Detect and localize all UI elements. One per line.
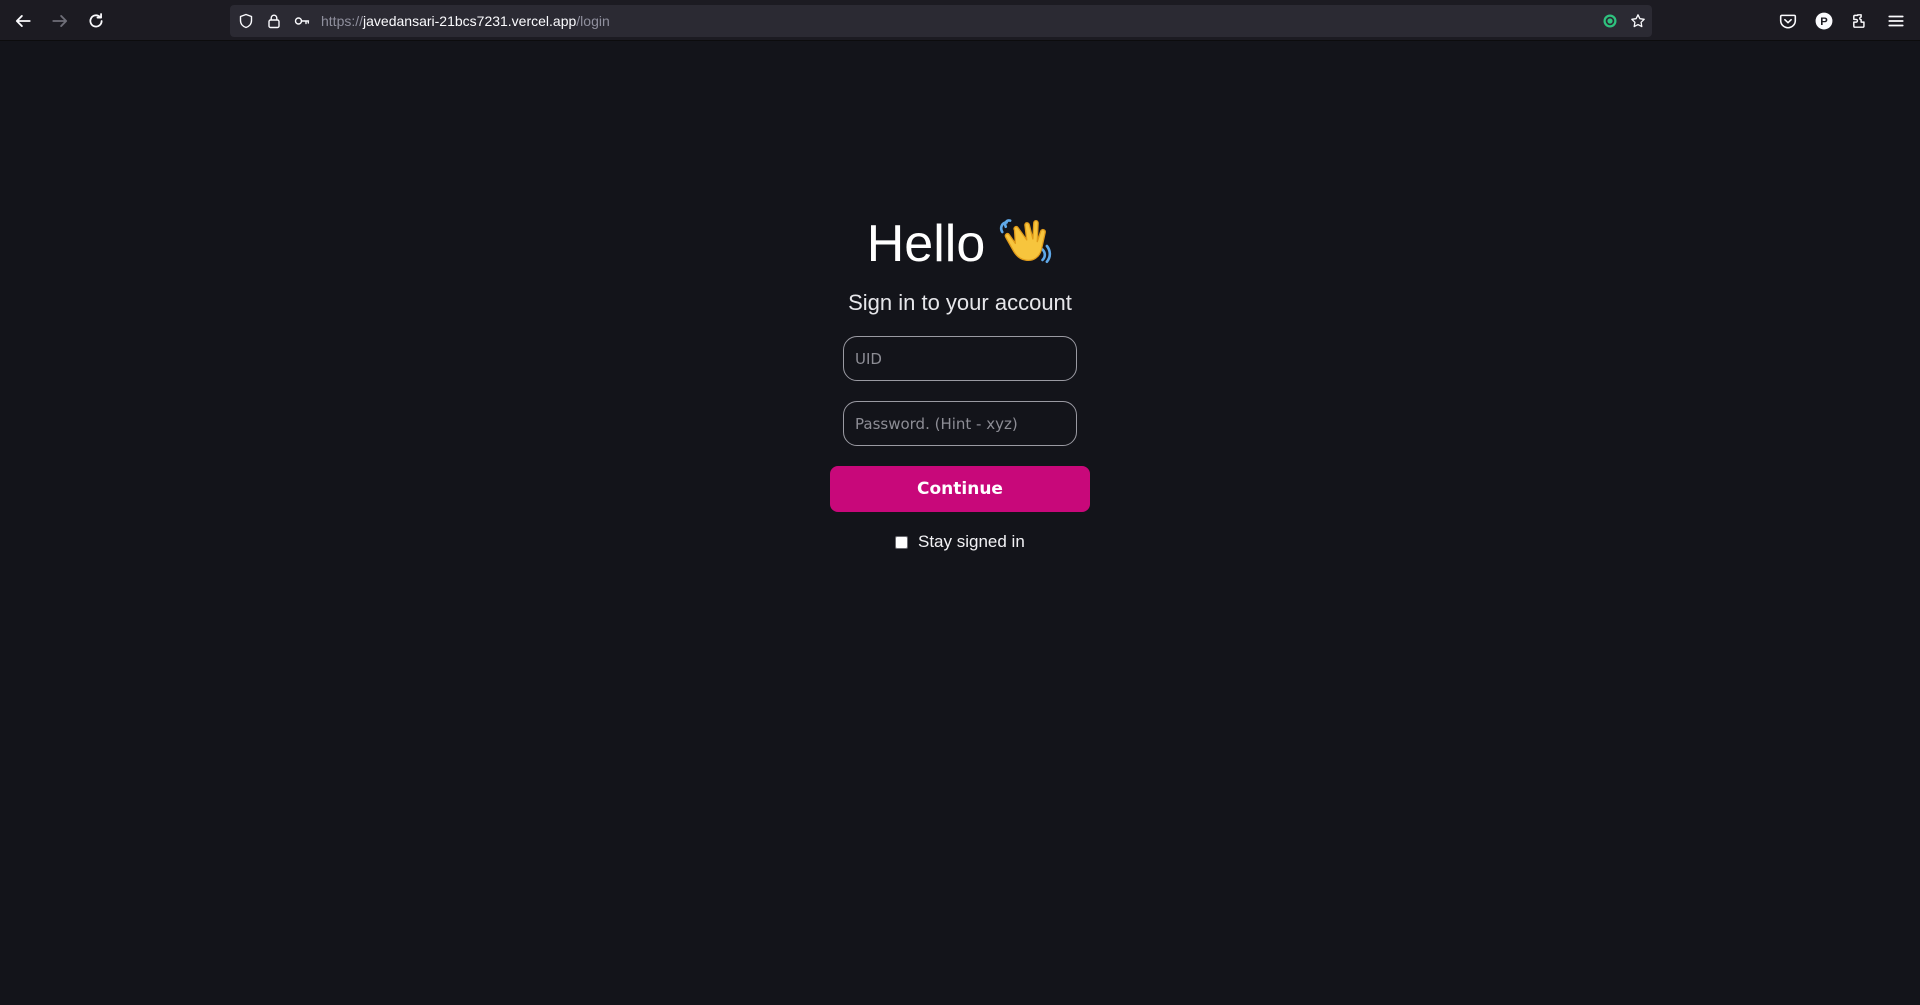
browser-toolbar: https://javedansari-21bcs7231.vercel.app… [0, 0, 1920, 41]
hello-text: Hello [866, 215, 986, 273]
login-page: Hello Sign in to your account Continue S… [0, 41, 1920, 1005]
forward-arrow-icon [52, 15, 68, 27]
waving-hand-icon [1000, 219, 1052, 264]
stay-signed-in[interactable]: Stay signed in [895, 531, 1025, 553]
account-icon: P [1815, 12, 1833, 30]
reload-icon [89, 13, 103, 28]
page-title: Hello [0, 211, 1920, 274]
key-icon[interactable] [293, 12, 311, 30]
shield-icon[interactable] [237, 12, 255, 30]
back-arrow-icon [15, 15, 31, 27]
forward-button[interactable] [47, 8, 73, 34]
extensions-icon [1853, 14, 1865, 28]
url-text[interactable]: https://javedansari-21bcs7231.vercel.app… [321, 12, 610, 30]
reload-button[interactable] [83, 8, 109, 34]
extension-record-icon[interactable] [1601, 12, 1619, 30]
stay-signed-in-label[interactable]: Stay signed in [918, 532, 1025, 552]
back-button[interactable] [10, 8, 36, 34]
password-input[interactable] [843, 401, 1077, 446]
menu-icon [1888, 15, 1904, 27]
extensions-button[interactable] [1849, 10, 1871, 32]
stay-signed-in-checkbox[interactable] [895, 535, 908, 549]
address-bar[interactable]: https://javedansari-21bcs7231.vercel.app… [230, 5, 1652, 37]
pocket-button[interactable] [1777, 10, 1799, 32]
url-path: /login [576, 13, 610, 29]
continue-button[interactable]: Continue [830, 466, 1090, 512]
menu-button[interactable] [1885, 10, 1907, 32]
bookmark-star-icon[interactable] [1629, 12, 1647, 30]
account-initial: P [1820, 16, 1828, 28]
url-scheme: https:// [321, 13, 364, 29]
uid-input[interactable] [843, 336, 1077, 381]
account-button[interactable]: P [1813, 10, 1835, 32]
page-subtitle: Sign in to your account [848, 290, 1072, 315]
lock-icon[interactable] [265, 12, 283, 30]
pocket-icon [1779, 14, 1797, 29]
url-host: javedansari-21bcs7231.vercel.app [363, 13, 577, 29]
